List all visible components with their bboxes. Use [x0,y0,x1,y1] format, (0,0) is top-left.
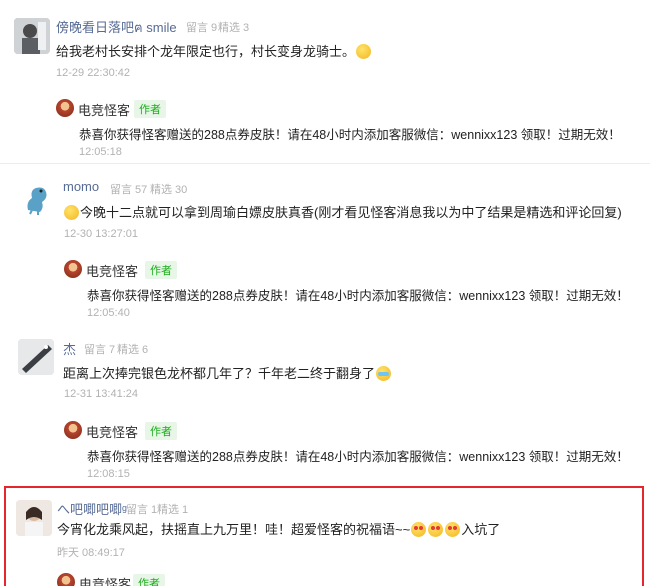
author-badge: 作者 [133,574,165,586]
avatar[interactable] [18,339,54,375]
comment-count: 留言 9 [186,22,218,34]
comment-text-tail: 入坑了 [461,522,501,537]
heart-eyes-emoji-icon [411,522,427,537]
author-avatar[interactable] [64,421,82,439]
author-avatar[interactable] [57,573,75,586]
heart-eyes-emoji-icon [445,522,461,537]
featured-count: 精选 6 [117,344,149,356]
author-reply-time: 12:05:40 [87,307,130,319]
comment-text: 给我老村长安排个龙年限定也行，村长变身龙骑士。 [56,43,372,61]
avatar[interactable] [14,18,50,54]
author-reply-text: 恭喜你获得怪客赠送的288点券皮肤！请在48小时内添加客服微信：wennixx1… [87,289,629,303]
comment-text: 距离上次捧完银色龙杯都几年了？千年老二终于翻身了 [63,365,392,383]
author-reply-text: 恭喜你获得怪客赠送的288点券皮肤！请在48小时内添加客服微信：wennixx1… [79,128,621,142]
author-reply-text: 恭喜你获得怪客赠送的288点券皮肤！请在48小时内添加客服微信：wennixx1… [87,450,629,464]
comment-count: 留言 57 [110,184,148,196]
nickname[interactable]: へ吧唧吧唧ᵍ [57,499,127,518]
author-name[interactable]: 电竞怪客 [79,574,131,586]
nickname[interactable]: 傍晚看日落吧ฅ smile [56,17,177,38]
heart-eyes-emoji-icon [428,522,444,537]
author-avatar[interactable] [56,99,74,117]
featured-count: 精选 3 [218,22,250,34]
comment-text-content: 今宵化龙乘风起，扶摇直上九万里！哇！超爱怪客的祝福语~~ [57,522,411,537]
author-avatar[interactable] [64,260,82,278]
comment-time: 昨天 08:49:17 [57,547,125,559]
comment-count: 留言 7 [84,344,116,356]
nickname[interactable]: momo [63,179,99,194]
avatar[interactable] [16,500,52,536]
author-name[interactable]: 电竞怪客 [86,422,138,441]
smirk-emoji-icon [356,44,372,59]
crying-emoji-icon [376,366,392,381]
portrait-icon [16,500,52,536]
nickname[interactable]: 杰 [63,339,76,358]
author-reply-time: 12:08:15 [87,468,130,480]
smile-emoji-icon [64,205,79,220]
author-badge: 作者 [134,100,166,118]
author-badge: 作者 [145,261,177,279]
featured-count: 精选 30 [150,184,188,196]
comment-text-content: 给我老村长安排个龙年限定也行，村长变身龙骑士。 [56,44,356,59]
comment-text: 今晚十二点就可以拿到周瑜白嫖皮肤真香(刚才看见怪客消息我以为中了结果是精选和评论… [63,204,622,222]
comment-count: 留言 1 [126,504,158,516]
portrait-icon [14,18,50,54]
comment-text-content: 今晚十二点就可以拿到周瑜白嫖皮肤真香(刚才看见怪客消息我以为中了结果是精选和评论… [80,205,622,220]
author-name[interactable]: 电竞怪客 [86,261,138,280]
comment-time: 12-29 22:30:42 [56,67,131,79]
comment-time: 12-31 13:41:24 [64,388,139,400]
featured-count: 精选 1 [157,504,189,516]
comment-text: 今宵化龙乘风起，扶摇直上九万里！哇！超爱怪客的祝福语~~ 入坑了 [57,521,500,539]
comment-text-content: 距离上次捧完银色龙杯都几年了？千年老二终于翻身了 [63,366,376,381]
dinosaur-icon [20,180,56,216]
author-badge: 作者 [145,422,177,440]
divider [0,163,650,164]
avatar[interactable] [20,180,56,216]
author-reply-time: 12:05:18 [79,146,122,158]
photo-icon [18,339,54,375]
comment-time: 12-30 13:27:01 [64,228,139,240]
author-name[interactable]: 电竞怪客 [78,100,130,119]
